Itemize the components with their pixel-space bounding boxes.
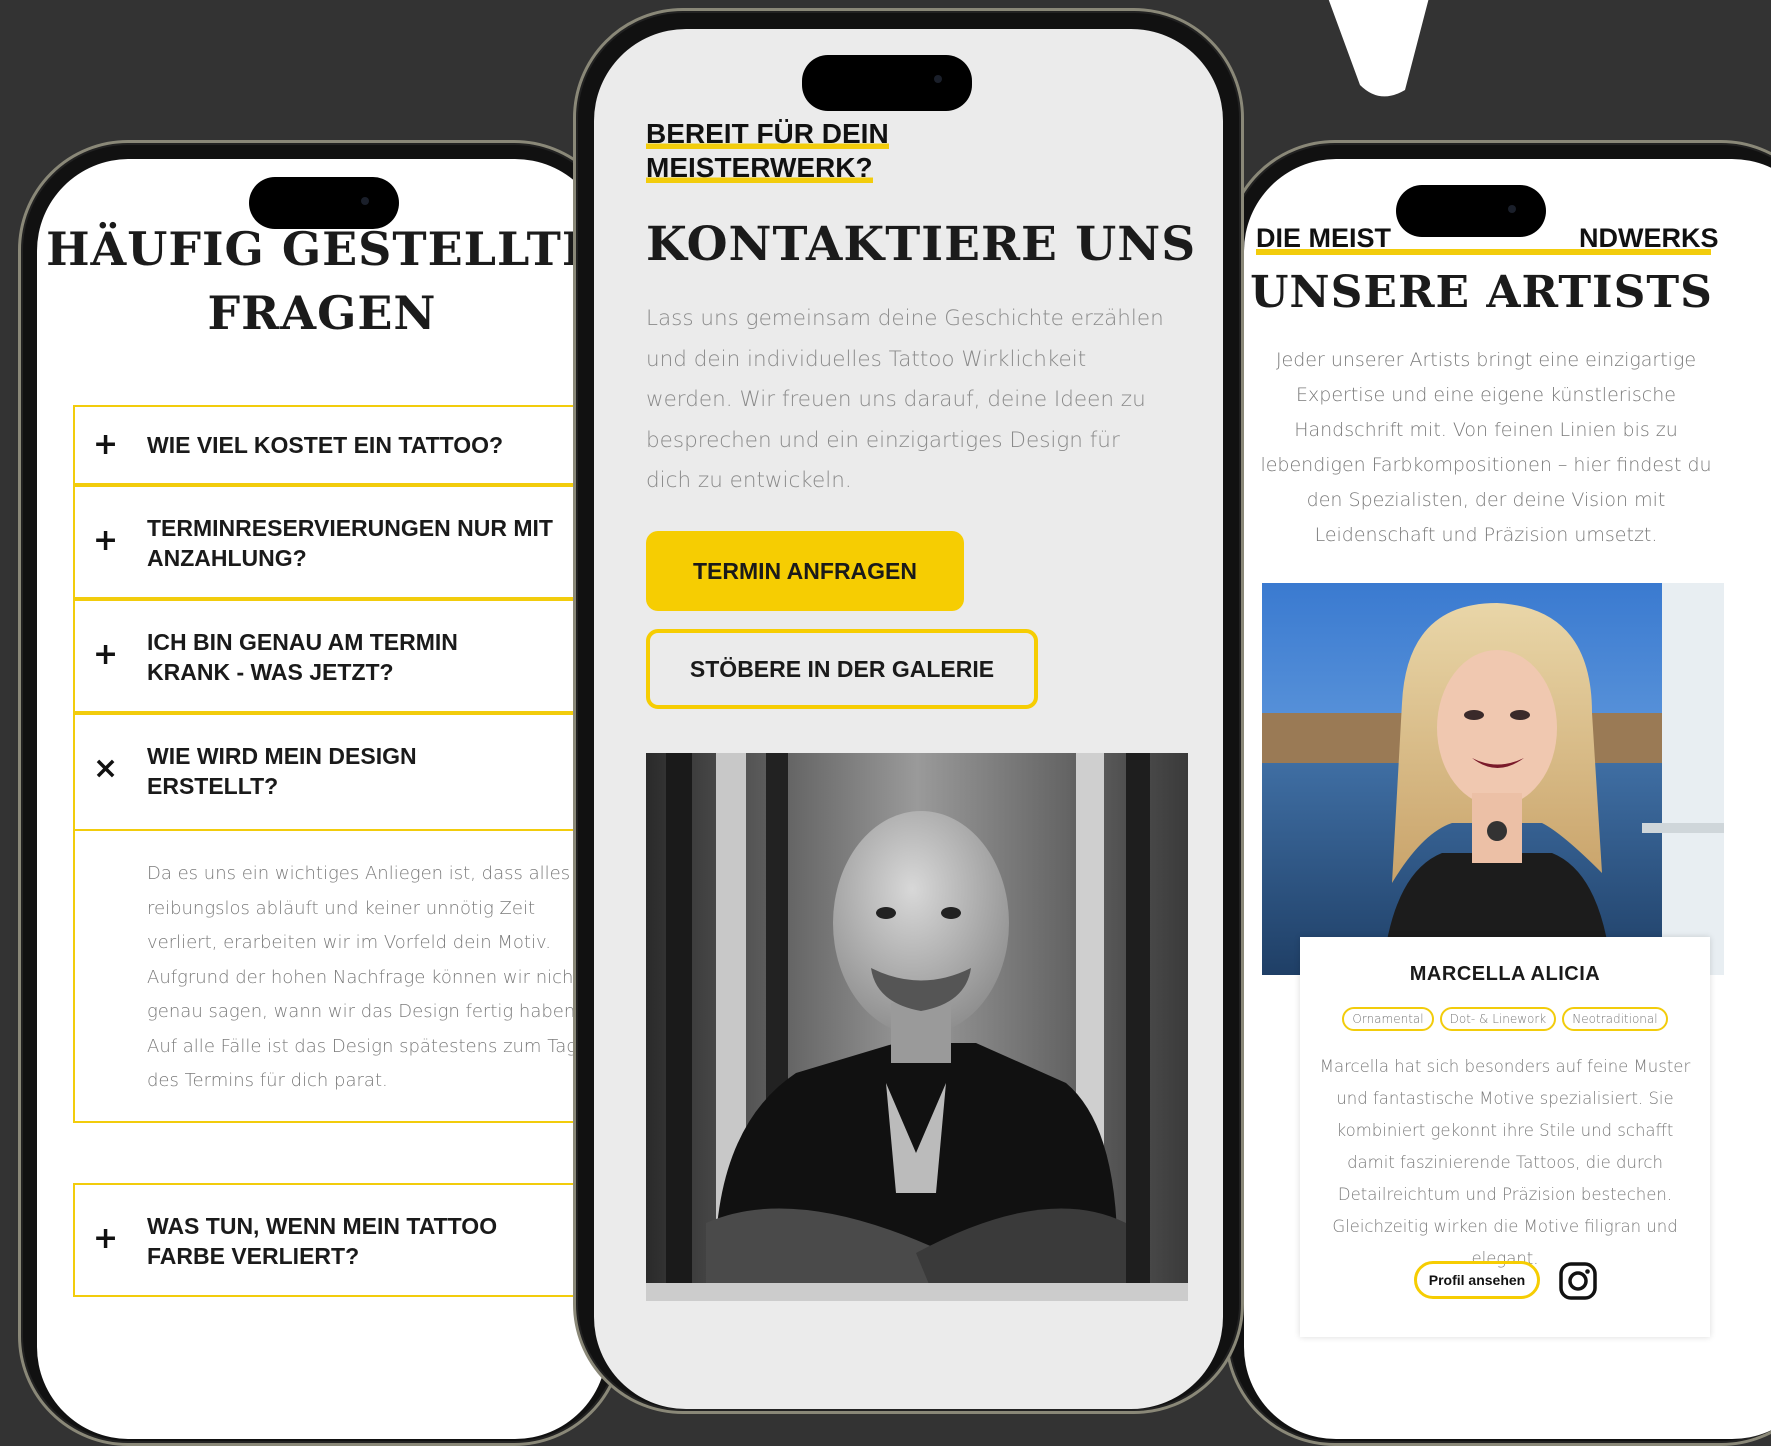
tag: Ornamental [1342, 1007, 1434, 1031]
faq-item[interactable]: + TERMINRESERVIERUNGEN NUR MIT ANZAHLUNG… [73, 485, 607, 599]
plus-icon: + [93, 637, 119, 672]
contact-screen: BEREIT FÜR DEIN MEISTERWERK? KONTAKTIERE… [594, 29, 1223, 1409]
artist-tags: Ornamental Dot- & Linework Neotraditional [1300, 1007, 1710, 1031]
faq-title: HÄUFIG GESTELLTE FRAGEN [46, 222, 598, 340]
contact-title: KONTAKTIERE UNS [646, 217, 1197, 272]
dynamic-island [802, 55, 972, 111]
artists-title: UNSERE ARTISTS [1250, 267, 1713, 318]
faq-item-open[interactable]: × WIE WIRD MEIN DESIGN ERSTELLT? Da es u… [73, 713, 607, 1123]
faq-item[interactable]: + ICH BIN GENAU AM TERMIN KRANK - WAS JE… [73, 599, 607, 713]
faq-item[interactable]: + WAS TUN, WENN MEIN TATTOO FARBE VERLIE… [73, 1183, 607, 1297]
faq-question: ICH BIN GENAU AM TERMIN KRANK - WAS JETZ… [147, 629, 458, 685]
phone-artists: DIE MEIST NDWERKS UNSERE ARTISTS Jeder un… [1225, 140, 1771, 1446]
artists-intro: Jeder unserer Artists bringt eine einzig… [1260, 349, 1712, 546]
phone-faq: HÄUFIG GESTELLTE FRAGEN + WIE VIEL KOSTE… [18, 140, 624, 1446]
contact-kicker: BEREIT FÜR DEIN MEISTERWERK? [646, 118, 889, 183]
tattoo-artist-photo [646, 753, 1188, 1301]
faq-question: WIE WIRD MEIN DESIGN ERSTELLT? [147, 743, 417, 799]
tag: Neotraditional [1562, 1007, 1668, 1031]
gallery-button[interactable]: STÖBERE IN DER GALERIE [646, 629, 1038, 709]
faq-answer: Da es uns ein wichtiges Anliegen ist, da… [147, 863, 581, 1091]
artist-photo [1262, 583, 1724, 975]
artist-card: MARCELLA ALICIA Ornamental Dot- & Linewor… [1300, 937, 1710, 1337]
faq-item[interactable]: + WIE VIEL KOSTET EIN TATTOO? [73, 405, 607, 485]
instagram-icon[interactable] [1558, 1261, 1598, 1301]
request-appointment-button[interactable]: TERMIN ANFRAGEN [646, 531, 964, 611]
contact-text: Lass uns gemeinsam deine Geschichte erzä… [646, 306, 1164, 493]
plus-icon: + [93, 523, 119, 558]
decorative-brush-shape [1328, 0, 1429, 97]
close-icon: × [93, 751, 119, 786]
plus-icon: + [93, 1221, 119, 1256]
artist-name: MARCELLA ALICIA [1409, 963, 1601, 985]
faq-question: WAS TUN, WENN MEIN TATTOO FARBE VERLIERT… [147, 1213, 498, 1269]
plus-icon: + [93, 427, 119, 462]
dynamic-island [1396, 185, 1546, 237]
artist-bio: Marcella hat sich besonders auf feine Mu… [1319, 1057, 1691, 1268]
faq-question: WIE VIEL KOSTET EIN TATTOO? [147, 432, 504, 458]
tag: Dot- & Linework [1439, 1007, 1557, 1031]
profile-button[interactable]: Profil ansehen [1414, 1261, 1540, 1299]
faq-question: TERMINRESERVIERUNGEN NUR MIT ANZAHLUNG? [147, 515, 553, 571]
phone-contact: BEREIT FÜR DEIN MEISTERWERK? KONTAKTIERE… [573, 8, 1244, 1414]
artists-screen: DIE MEIST NDWERKS UNSERE ARTISTS Jeder un… [1244, 159, 1771, 1439]
faq-screen: HÄUFIG GESTELLTE FRAGEN + WIE VIEL KOSTE… [37, 159, 607, 1439]
divider [75, 829, 607, 831]
